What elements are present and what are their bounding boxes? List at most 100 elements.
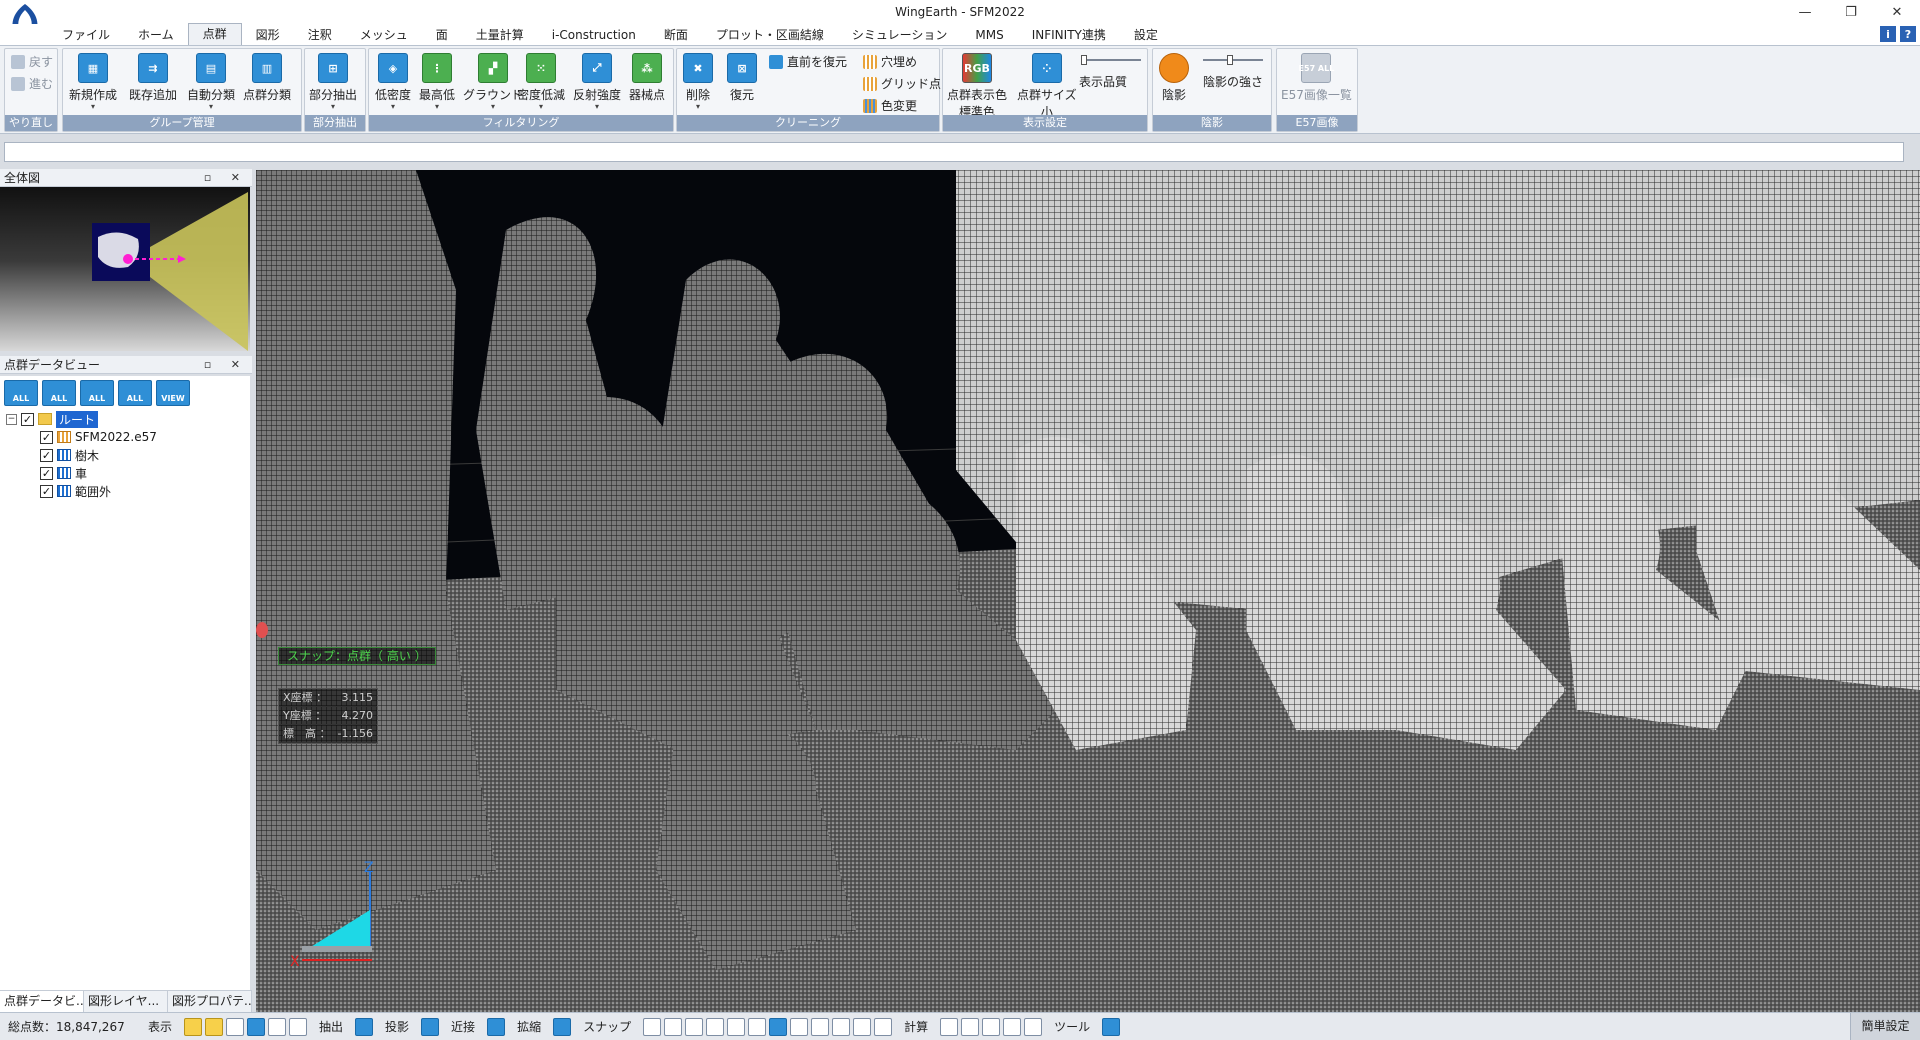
ground-button[interactable]: ▞ グラウンド ▾ <box>463 53 523 111</box>
snap-mode-icon[interactable] <box>727 1017 746 1036</box>
tab-annotation[interactable]: 注釈 <box>294 25 346 45</box>
auto-classify-button[interactable]: ▤ 自動分類 ▾ <box>187 53 235 111</box>
tool-icon[interactable] <box>1102 1017 1121 1036</box>
display-toggle-icon[interactable] <box>289 1017 308 1036</box>
tab-i-construction[interactable]: i-Construction <box>538 25 650 45</box>
undo-button[interactable]: 戻す <box>11 53 53 70</box>
partial-extract-button[interactable]: ⊞ 部分抽出 ▾ <box>309 53 357 111</box>
snap-mode-icon[interactable] <box>790 1017 809 1036</box>
snap-mode-icon[interactable] <box>706 1017 725 1036</box>
minimize-button[interactable]: — <box>1782 0 1828 24</box>
tree-item-label[interactable]: 範囲外 <box>75 483 111 500</box>
calc-icon[interactable] <box>1024 1017 1043 1036</box>
display-quality-slider[interactable] <box>1081 55 1141 65</box>
close-button[interactable]: ✕ <box>1874 0 1920 24</box>
restore-button[interactable]: ⊠ 復元 <box>727 53 757 103</box>
restore-previous-button[interactable]: 直前を復元 <box>769 53 847 70</box>
simple-setting-button[interactable]: 簡単設定 <box>1850 1013 1920 1040</box>
tab-surface[interactable]: 面 <box>422 25 462 45</box>
snap-mode-icon[interactable] <box>832 1017 851 1036</box>
tree-item-label[interactable]: SFM2022.e57 <box>75 430 157 444</box>
display-toggle-icon[interactable] <box>226 1017 245 1036</box>
display-toggle-icon[interactable] <box>205 1017 224 1036</box>
calc-icon[interactable] <box>982 1017 1001 1036</box>
command-input[interactable] <box>4 142 1904 162</box>
view-button[interactable]: VIEW <box>156 380 190 406</box>
tab-point-cloud[interactable]: 点群 <box>187 23 242 45</box>
tree-item-label[interactable]: 車 <box>75 465 87 482</box>
display-toggle-icon[interactable] <box>184 1017 203 1036</box>
grid-points-button[interactable]: グリッド点 <box>863 75 941 92</box>
calc-icon[interactable] <box>940 1017 959 1036</box>
tab-shape-layer[interactable]: 図形レイヤ... <box>84 991 168 1012</box>
delete-button[interactable]: ✖ 削除 ▾ <box>683 53 713 111</box>
tab-settings[interactable]: 設定 <box>1120 25 1172 45</box>
instrument-point-button[interactable]: ⁂ 器械点 <box>629 53 665 103</box>
display-toggle-icon[interactable] <box>247 1017 266 1036</box>
restore-button[interactable]: ❐ <box>1828 0 1874 24</box>
new-group-button[interactable]: ▦ 新規作成 ▾ <box>69 53 117 111</box>
redo-button[interactable]: 進む <box>11 75 53 92</box>
snap-mode-icon[interactable] <box>853 1017 872 1036</box>
snap-mode-icon[interactable] <box>643 1017 662 1036</box>
item-checkbox[interactable]: ✓ <box>40 466 53 480</box>
tree-item-label[interactable]: 樹木 <box>75 447 99 464</box>
item-checkbox[interactable]: ✓ <box>40 484 53 498</box>
calc-icon[interactable] <box>961 1017 980 1036</box>
tab-mms[interactable]: MMS <box>961 25 1017 45</box>
camera-icon[interactable] <box>487 1017 506 1036</box>
add-existing-button[interactable]: ⇉ 既存追加 <box>129 53 177 103</box>
tab-earthwork[interactable]: 土量計算 <box>462 25 538 45</box>
tree-item[interactable]: ✓ 車 <box>6 464 157 482</box>
tab-infinity[interactable]: INFINITY連携 <box>1018 25 1120 45</box>
tab-pc-data-view[interactable]: 点群データビ... <box>0 991 84 1012</box>
point-cloud-viewport[interactable]: スナップ：点群（ 高い ） X座標 ： 3.115 Y座標 ： 4.270 標 … <box>256 170 1920 1012</box>
fill-holes-button[interactable]: 穴埋め <box>863 53 917 70</box>
tree-item[interactable]: ✓ 樹木 <box>6 446 157 464</box>
tab-home[interactable]: ホーム <box>124 25 188 45</box>
uncheck-all-button[interactable]: ALL <box>118 380 152 406</box>
point-color-button[interactable]: RGB 点群表示色 標準色 <box>947 53 1007 120</box>
select-all-button[interactable]: ALL <box>4 380 38 406</box>
slider-knob[interactable] <box>1081 55 1087 65</box>
root-checkbox[interactable]: ✓ <box>21 412 34 426</box>
e57-image-list-button[interactable]: E57 ALL E57画像一覧 <box>1281 53 1352 103</box>
tab-mesh[interactable]: メッシュ <box>346 25 422 45</box>
tab-shape-property[interactable]: 図形プロパテ... <box>168 991 252 1012</box>
snap-mode-icon[interactable] <box>769 1017 788 1036</box>
tree-root[interactable]: − ✓ ルート <box>6 410 157 428</box>
tree-item[interactable]: ✓ SFM2022.e57 <box>6 428 157 446</box>
snap-mode-icon[interactable] <box>685 1017 704 1036</box>
extract-icon[interactable] <box>355 1017 374 1036</box>
highest-lowest-button[interactable]: ⋮ 最高低 ▾ <box>419 53 455 111</box>
panel-buttons[interactable]: ▫ ✕ <box>204 169 248 187</box>
tab-shape[interactable]: 図形 <box>242 25 294 45</box>
tree-root-label[interactable]: ルート <box>56 410 99 428</box>
move-all-button[interactable]: ALL <box>42 380 76 406</box>
reflect-intensity-button[interactable]: ⤢ 反射強度 ▾ <box>573 53 621 111</box>
tab-plot-lot[interactable]: プロット・区画結線 <box>702 25 838 45</box>
snap-mode-icon[interactable] <box>874 1017 893 1036</box>
item-checkbox[interactable]: ✓ <box>40 430 53 444</box>
collapse-toggle-icon[interactable]: − <box>6 413 17 425</box>
panel-buttons[interactable]: ▫ ✕ <box>204 356 248 374</box>
color-change-button[interactable]: 色変更 <box>863 97 917 114</box>
tab-file[interactable]: ファイル <box>48 25 124 45</box>
tree-item[interactable]: ✓ 範囲外 <box>6 482 157 500</box>
point-classify-button[interactable]: ▥ 点群分類 <box>243 53 291 103</box>
tab-section[interactable]: 断面 <box>650 25 702 45</box>
check-all-button[interactable]: ALL <box>80 380 114 406</box>
display-toggle-icon[interactable] <box>268 1017 287 1036</box>
item-checkbox[interactable]: ✓ <box>40 448 53 462</box>
info-icon[interactable]: i <box>1880 26 1896 42</box>
overview-map[interactable] <box>0 187 250 351</box>
shade-strength-slider[interactable] <box>1203 55 1263 65</box>
snap-mode-icon[interactable] <box>664 1017 683 1036</box>
low-density-button[interactable]: ◈ 低密度 ▾ <box>375 53 411 111</box>
tab-simulation[interactable]: シミュレーション <box>838 25 962 45</box>
slider-knob[interactable] <box>1227 55 1233 65</box>
snap-mode-icon[interactable] <box>748 1017 767 1036</box>
shade-button[interactable]: 陰影 <box>1159 53 1189 103</box>
point-size-button[interactable]: ⁘ 点群サイズ 小 <box>1017 53 1077 120</box>
snap-mode-icon[interactable] <box>811 1017 830 1036</box>
